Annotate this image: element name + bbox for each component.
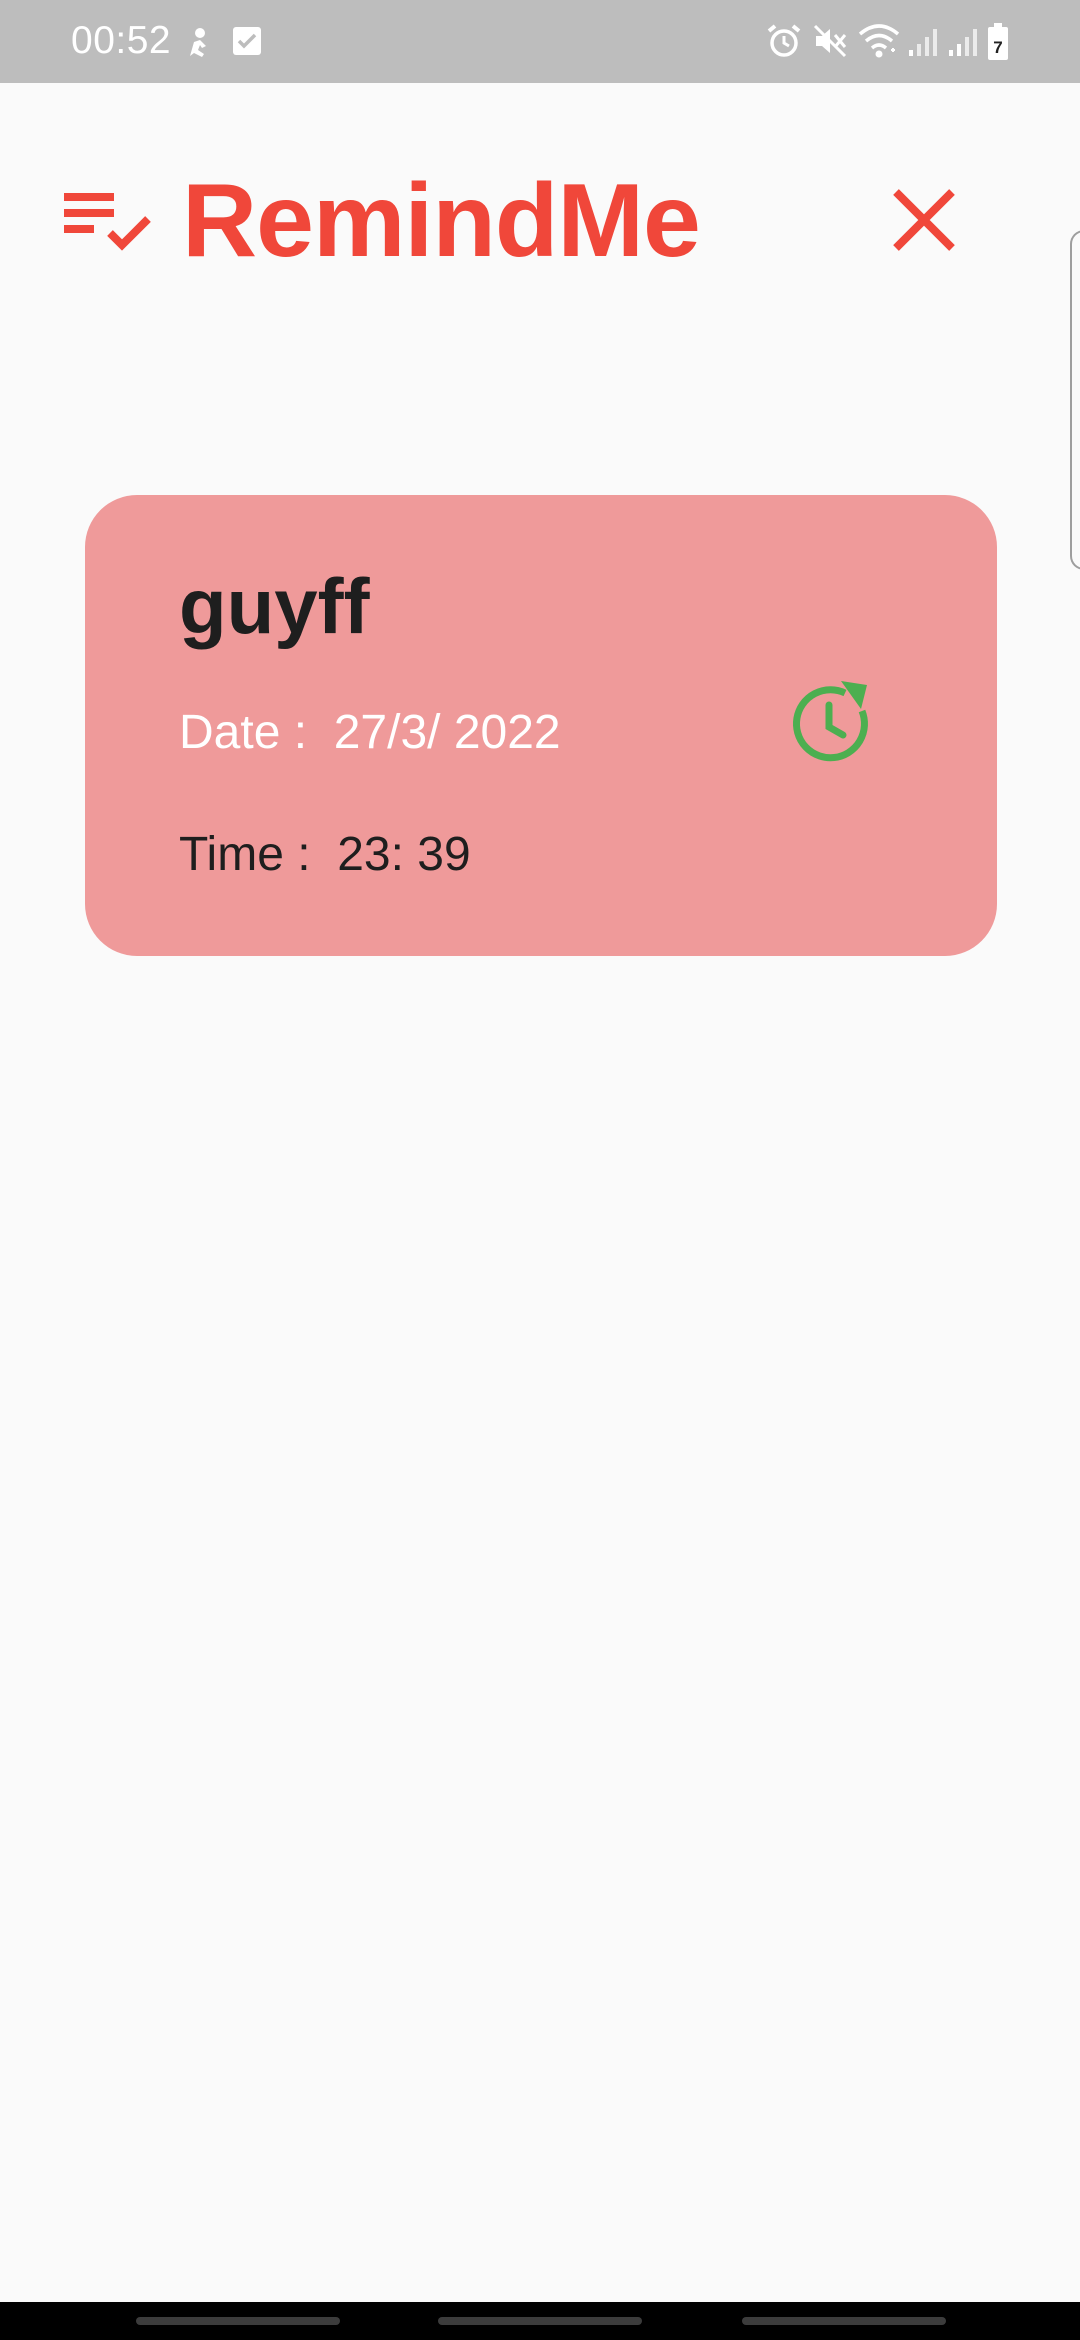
navigation-bar: [0, 2302, 1080, 2340]
close-icon[interactable]: [884, 180, 964, 260]
mute-icon: [813, 24, 847, 58]
playlist-check-icon[interactable]: [64, 187, 152, 253]
snooze-icon[interactable]: [785, 679, 873, 767]
alarm-icon: [767, 24, 801, 57]
battery-level: 7: [993, 38, 1002, 57]
edge-panel-handle[interactable]: [1070, 230, 1080, 570]
signal-icon: [949, 29, 977, 56]
nav-back-button[interactable]: [742, 2317, 946, 2325]
wifi-icon: [858, 24, 900, 58]
nav-home-button[interactable]: [438, 2317, 642, 2325]
reminder-card[interactable]: guyff Date : 27/3/ 2022 Time : 23: 39: [85, 495, 997, 956]
nav-recents-button[interactable]: [136, 2317, 340, 2325]
reminder-title: guyff: [179, 562, 370, 650]
status-time: 00:52: [71, 19, 172, 62]
person-notification-icon: [190, 28, 206, 57]
status-bar: 00:52 7: [0, 0, 1080, 83]
battery-icon: 7: [988, 23, 1008, 60]
reminder-date: Date : 27/3/ 2022: [179, 706, 561, 759]
signal-icon: [909, 29, 937, 56]
reminder-time: Time : 23: 39: [179, 828, 471, 881]
checkbox-notification-icon: [233, 27, 261, 55]
app-title: RemindMe: [182, 163, 701, 279]
